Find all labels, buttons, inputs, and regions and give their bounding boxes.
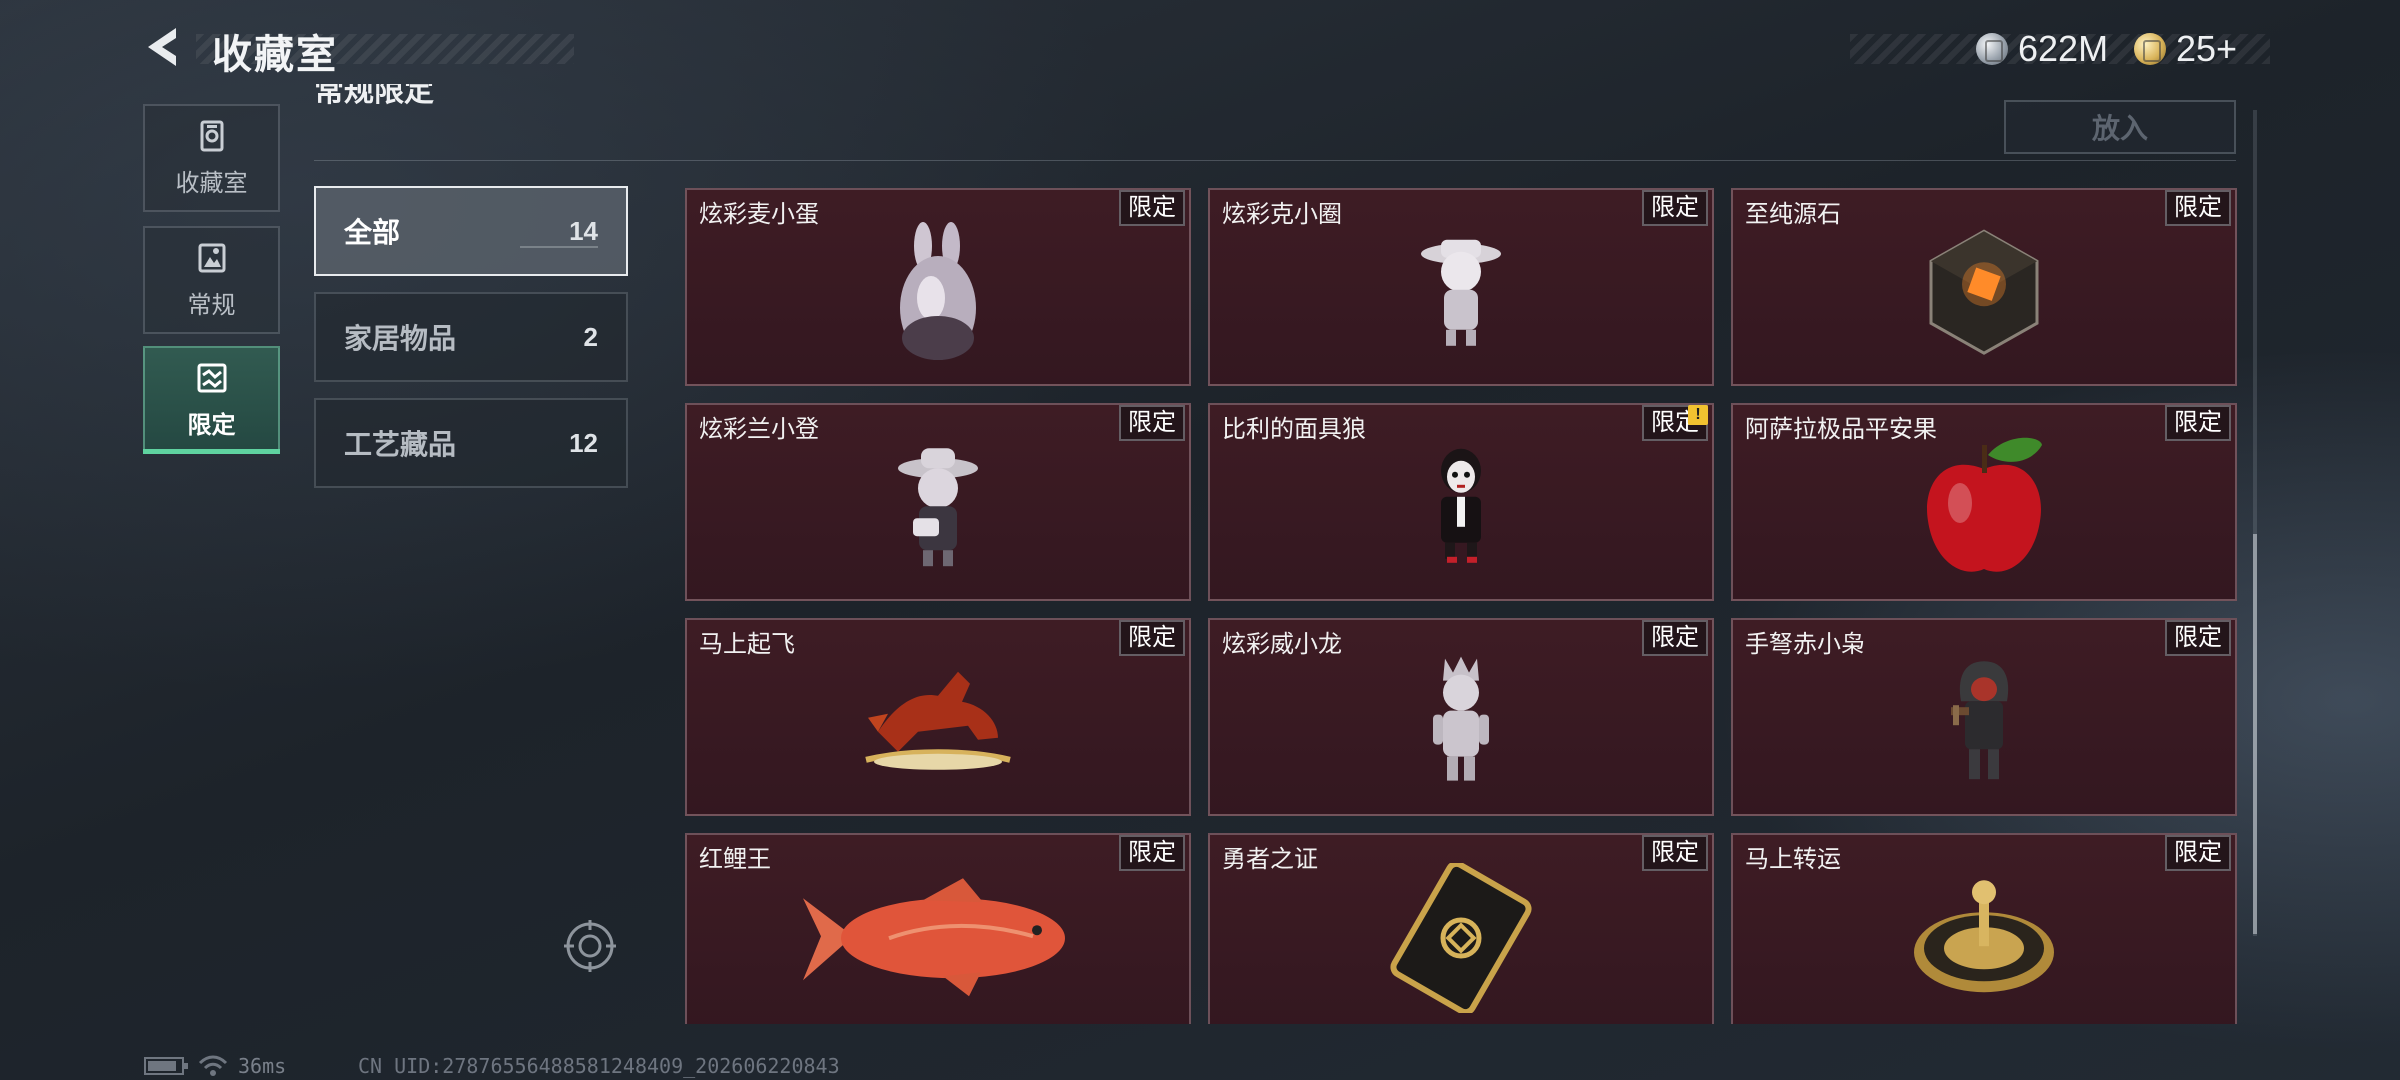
limited-tag: 限定 <box>1119 405 1185 441</box>
item-name: 阿萨拉极品平安果 <box>1745 416 1937 443</box>
regular-icon <box>198 243 225 272</box>
sidebar-item-label: 限定 <box>187 411 236 439</box>
red-apple-icon <box>1927 437 2042 572</box>
wifi-icon <box>198 1055 228 1076</box>
category-count: 14 <box>569 215 598 246</box>
limited-tag: 限定 <box>2165 835 2231 871</box>
category-count: 12 <box>569 427 598 458</box>
red-horse-icon <box>865 671 1011 770</box>
back-button[interactable] <box>140 22 190 72</box>
currency-gold-value: 25+ <box>2176 28 2238 69</box>
sidebar-item-label: 收藏室 <box>175 169 248 197</box>
scope-icon[interactable] <box>562 918 618 974</box>
limited-tag: 限定 <box>1642 620 1708 656</box>
limited-tag: 限定 <box>1119 620 1185 656</box>
uid-text: CN UID:2787655648858124840­9_20260622084… <box>358 1054 840 1078</box>
item-card[interactable]: 至纯源石 限定 <box>1731 188 2237 386</box>
hat-girl-figure-icon <box>1421 239 1501 346</box>
item-name: 比利的面具狼 <box>1222 416 1366 443</box>
limited-tag: 限定 <box>2165 405 2231 441</box>
section-divider <box>314 160 2236 161</box>
ping-value: 36ms <box>238 1054 287 1078</box>
puppet-mask-figure-icon <box>1441 448 1481 563</box>
item-name: 手弩赤小枭 <box>1745 631 1865 658</box>
item-card[interactable]: 炫彩威小龙 限定 <box>1208 618 1714 816</box>
red-carp-icon <box>803 878 1065 997</box>
currency-gold[interactable]: 25+ <box>2134 26 2237 72</box>
put-in-button-label: 放入 <box>2091 113 2148 144</box>
item-card[interactable]: 阿萨拉极品平安果 限定 <box>1731 403 2237 601</box>
page-title: 收藏室 <box>212 33 338 77</box>
item-card[interactable]: 炫彩麦小蛋 限定 <box>685 188 1191 386</box>
back-arrow-icon <box>148 28 176 66</box>
item-name: 红鲤王 <box>699 846 771 873</box>
currency-silver[interactable]: 622M <box>1976 26 2108 72</box>
category-underline <box>520 246 598 248</box>
dragon-figure-icon <box>1433 656 1489 781</box>
item-card[interactable]: 马上转运 限定 <box>1731 833 2237 1024</box>
item-name: 勇者之证 <box>1222 846 1318 873</box>
collection-room-icon <box>200 120 223 151</box>
item-card[interactable]: 炫彩兰小登 限定 <box>685 403 1191 601</box>
category-name: 家居物品 <box>344 323 457 354</box>
category-home-items[interactable]: 家居物品 2 <box>314 292 628 382</box>
limited-icon <box>197 363 226 392</box>
category-all[interactable]: 全部 14 <box>314 186 628 276</box>
limited-tag: 限定 <box>1642 190 1708 226</box>
category-crafts[interactable]: 工艺藏品 12 <box>314 398 628 488</box>
gold-card-icon <box>1390 863 1532 1013</box>
battery-icon <box>144 1057 188 1075</box>
sidebar-item-regular[interactable]: 常规 <box>143 226 280 334</box>
ore-crystal-icon <box>1929 229 2039 355</box>
item-name: 至纯源石 <box>1745 201 1841 228</box>
item-name: 炫彩威小龙 <box>1222 631 1342 658</box>
limited-tag: 限定 <box>1119 190 1185 226</box>
category-count: 2 <box>583 321 598 352</box>
bunny-egg-figure-icon <box>900 222 976 360</box>
status-bar: 36ms <box>144 1054 286 1078</box>
item-card[interactable]: 手弩赤小枭 限定 <box>1731 618 2237 816</box>
silver-coin-icon <box>1976 33 2008 65</box>
section-title: 常规限定 <box>314 84 434 108</box>
category-name: 全部 <box>344 217 401 248</box>
sidebar-item-limited[interactable]: 限定 <box>143 346 280 454</box>
item-name: 马上起飞 <box>699 631 795 658</box>
item-card[interactable]: 马上起飞 限定 <box>685 618 1191 816</box>
gold-turntable-icon <box>1914 880 2054 993</box>
limited-tag: 限定 <box>2165 620 2231 656</box>
gold-coin-icon <box>2134 33 2166 65</box>
sidebar-item-label: 常规 <box>187 291 236 319</box>
put-in-button[interactable]: 放入 <box>2004 100 2236 154</box>
limited-tag: 限定 <box>1119 835 1185 871</box>
item-grid: 炫彩麦小蛋 限定 炫彩克小圈 限定 至纯源石 限定 炫彩兰小登 限定 比利的面具… <box>685 188 2237 1024</box>
scrollbar-thumb[interactable] <box>2253 534 2257 934</box>
item-name: 马上转运 <box>1745 846 1841 873</box>
hooded-figure-icon <box>1951 661 2009 780</box>
category-name: 工艺藏品 <box>344 429 457 460</box>
sombrero-figure-icon <box>898 448 978 567</box>
item-name: 炫彩克小圈 <box>1222 201 1342 228</box>
item-card[interactable]: 炫彩克小圈 限定 <box>1208 188 1714 386</box>
currency-silver-value: 622M <box>2018 28 2109 69</box>
item-card[interactable]: 勇者之证 限定 <box>1208 833 1714 1024</box>
limited-tag: 限定 <box>2165 190 2231 226</box>
alert-badge-icon: ! <box>1688 405 1708 425</box>
item-name: 炫彩兰小登 <box>699 416 819 443</box>
limited-tag: 限定 <box>1642 835 1708 871</box>
item-card[interactable]: 比利的面具狼 限定 ! <box>1208 403 1714 601</box>
item-name: 炫彩麦小蛋 <box>699 201 819 228</box>
item-card[interactable]: 红鲤王 限定 <box>685 833 1191 1024</box>
sidebar-item-collection-room[interactable]: 收藏室 <box>143 104 280 212</box>
